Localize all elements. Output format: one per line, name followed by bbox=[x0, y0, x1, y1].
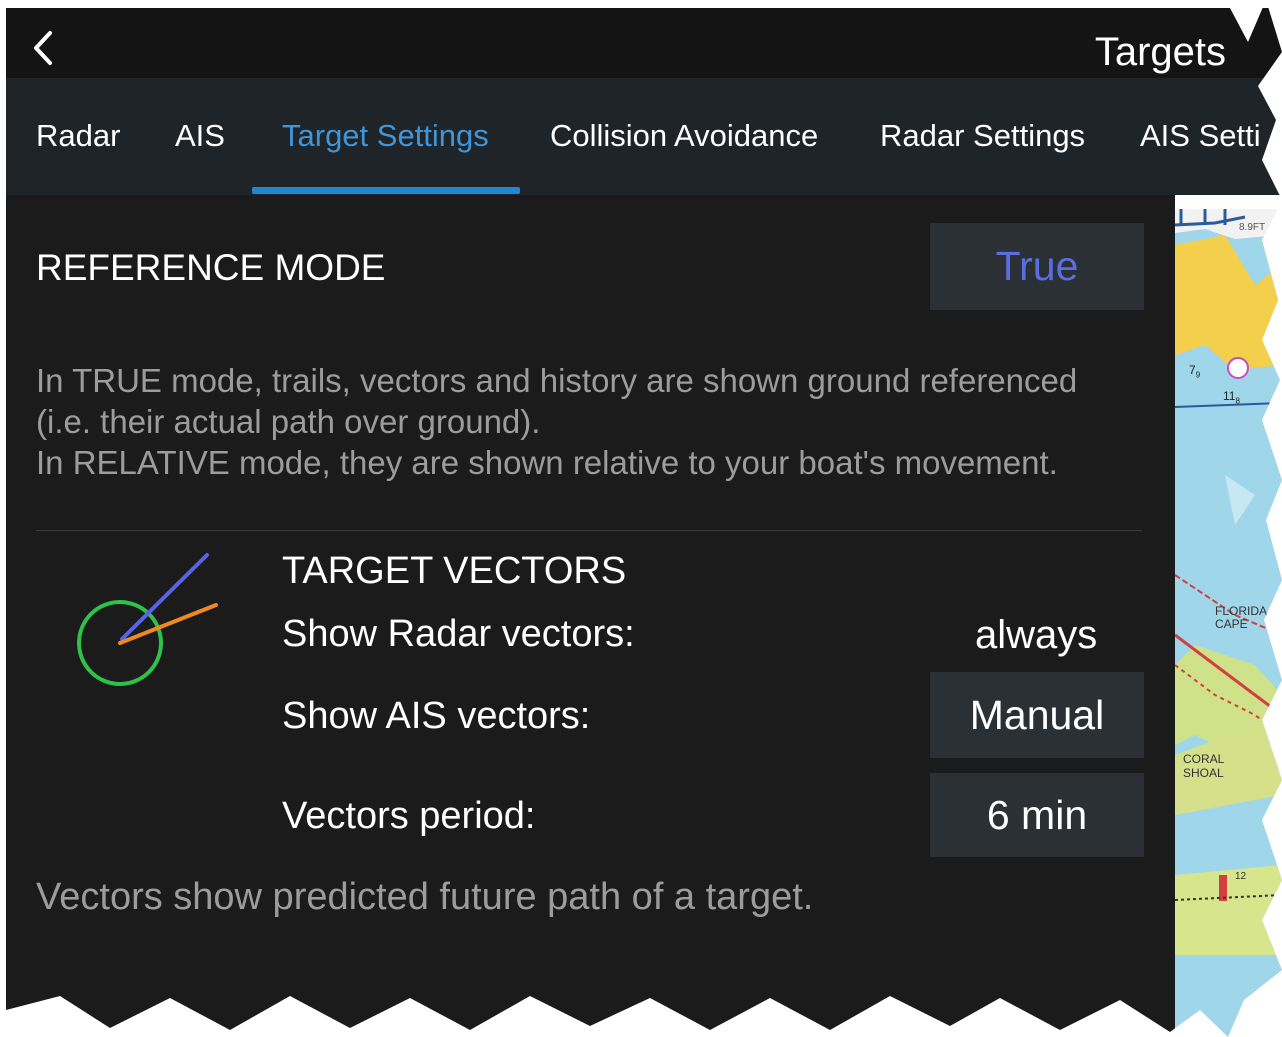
map-sounding-2: 118 bbox=[1223, 389, 1240, 406]
title-bar: Targets bbox=[6, 8, 1282, 78]
reference-mode-button[interactable]: True bbox=[930, 223, 1144, 310]
map-small-label: 12 bbox=[1235, 871, 1247, 882]
show-ais-vectors-label: Show AIS vectors: bbox=[282, 695, 591, 737]
page-title: Targets bbox=[1094, 30, 1226, 74]
vectors-period-button[interactable]: 6 min bbox=[930, 773, 1144, 857]
map-sounding-1: 79 bbox=[1189, 363, 1201, 380]
map-label-coral-shoal: CORAL SHOAL bbox=[1183, 752, 1225, 780]
active-tab-indicator bbox=[252, 187, 520, 194]
target-vectors-heading: TARGET VECTORS bbox=[282, 550, 627, 592]
map-label-florida-cape: FLORIDA CAPE bbox=[1215, 604, 1268, 631]
tab-radar[interactable]: Radar bbox=[36, 118, 120, 154]
tab-radar-settings[interactable]: Radar Settings bbox=[880, 118, 1085, 154]
show-ais-vectors-button[interactable]: Manual bbox=[930, 672, 1144, 758]
show-radar-vectors-value: always bbox=[975, 613, 1098, 657]
reference-mode-heading: REFERENCE MODE bbox=[36, 247, 386, 288]
map-depth-marker: 8.9FT bbox=[1239, 222, 1266, 233]
tab-target-settings[interactable]: Target Settings bbox=[282, 118, 489, 154]
tab-collision-avoidance[interactable]: Collision Avoidance bbox=[550, 118, 818, 154]
reference-mode-description-line-2: (i.e. their actual path over ground). bbox=[36, 403, 541, 440]
targets-panel: Targets Radar AIS Target Settings Collis… bbox=[6, 0, 1282, 1037]
back-chevron-icon[interactable] bbox=[30, 30, 56, 71]
chart-map-strip: 8.9FT 79 118 FLORIDA CAPE CORAL SHOAL 12 bbox=[1175, 195, 1282, 1037]
vectors-period-label: Vectors period: bbox=[282, 795, 536, 837]
target-vector-icon bbox=[70, 545, 230, 700]
reference-mode-description-line-3: In RELATIVE mode, they are shown relativ… bbox=[36, 444, 1058, 481]
tab-ais[interactable]: AIS bbox=[175, 118, 225, 154]
section-divider bbox=[36, 530, 1142, 531]
show-radar-vectors-label: Show Radar vectors: bbox=[282, 613, 635, 655]
tab-bar: Radar AIS Target Settings Collision Avoi… bbox=[6, 78, 1282, 195]
tab-ais-settings[interactable]: AIS Setti bbox=[1140, 118, 1261, 154]
reference-mode-description-line-1: In TRUE mode, trails, vectors and histor… bbox=[36, 362, 1078, 399]
vectors-footer-note: Vectors show predicted future path of a … bbox=[36, 876, 814, 918]
settings-content: REFERENCE MODE True In TRUE mode, trails… bbox=[6, 195, 1175, 1037]
